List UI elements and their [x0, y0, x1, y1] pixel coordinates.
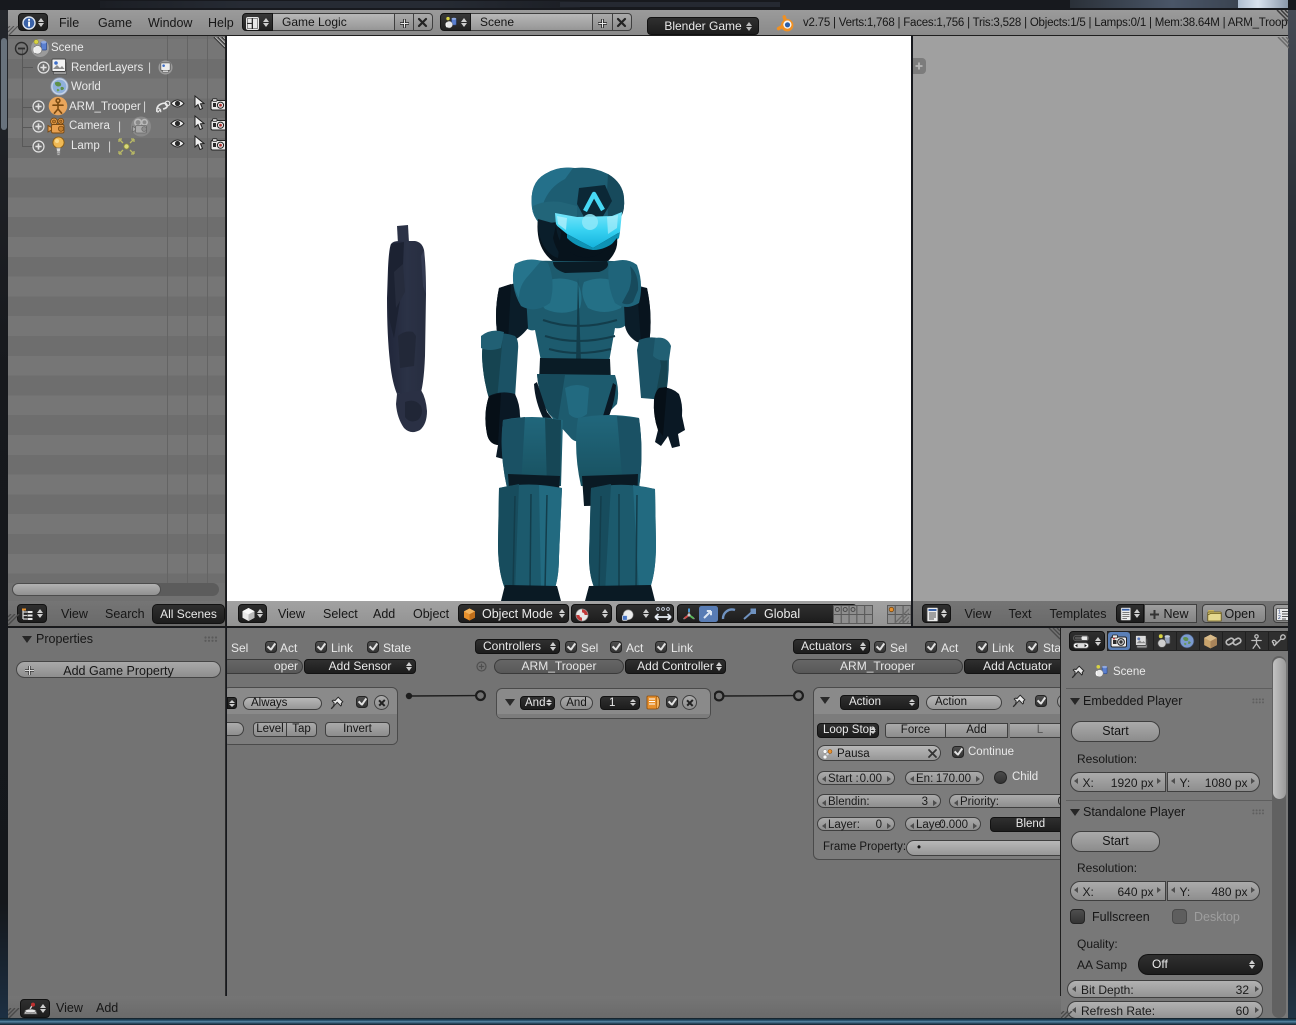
svg-text:2: 2 [1278, 615, 1281, 621]
